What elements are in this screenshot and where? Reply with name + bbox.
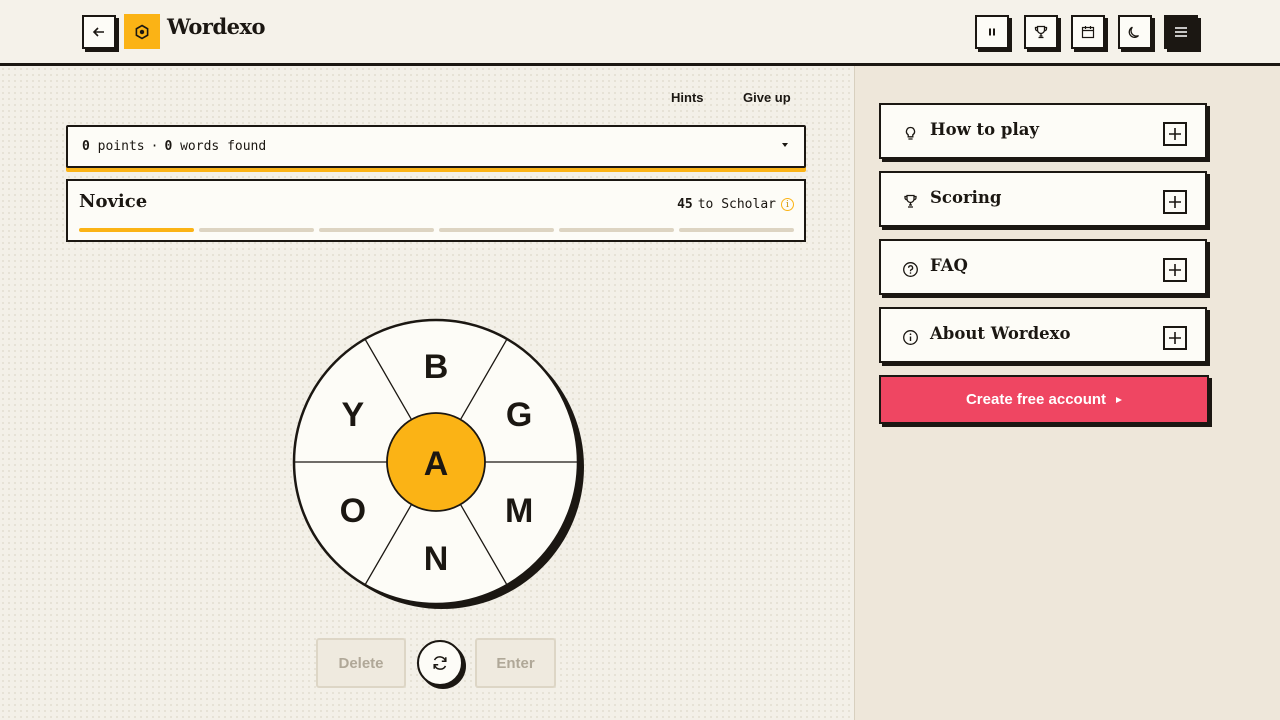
points-to-next-rank: 45 [677,197,693,212]
enter-button[interactable]: Enter [475,638,556,688]
rank-progress-segment [439,228,554,232]
accordion-scoring[interactable]: Scoring [879,171,1207,227]
hexagon-logo-icon [135,24,149,39]
moon-icon [1128,26,1139,38]
words-label: words found [180,139,267,154]
create-account-button[interactable]: Create free account [879,375,1209,424]
arrow-left-icon [92,27,104,37]
accordion-label: FAQ [930,256,968,275]
create-account-label: Create free account [965,391,1107,408]
pause-icon [989,28,995,36]
accordion-label: Scoring [930,188,1002,207]
rank-panel: Novice 45 to Scholar i [66,179,806,242]
outer-letter-g[interactable]: G [506,396,532,434]
pause-button[interactable] [975,15,1009,49]
outer-letter-o[interactable]: O [340,492,366,530]
outer-letter-n[interactable]: N [424,540,449,578]
app-header: Wordexo [0,0,1280,66]
center-letter[interactable]: A [424,445,449,483]
letter-wheel: B G M N O Y A [292,318,584,609]
points-count: 0 [82,139,90,154]
words-count: 0 [164,139,173,154]
delete-button[interactable]: Delete [316,638,406,688]
lightbulb-icon [905,126,916,140]
play-arrow-icon [1116,396,1123,403]
next-rank-info: 45 to Scholar i [677,197,794,212]
plus-icon [1163,190,1187,214]
shuffle-icon [433,656,447,670]
info-circle-icon [903,330,918,345]
points-label: points [97,139,145,154]
outer-letter-b[interactable]: B [424,348,449,386]
give-up-button[interactable]: Give up [743,90,791,105]
menu-button[interactable] [1164,15,1198,49]
brand-name[interactable]: Wordexo [167,14,266,39]
caret-down-icon [782,143,788,147]
rank-name: Novice [79,191,148,212]
rank-progress-bar [79,228,794,232]
outer-letter-m[interactable]: M [505,492,533,530]
hamburger-menu-icon [1175,27,1187,37]
rank-progress-segment [79,228,194,232]
next-rank-label: to Scholar [697,197,776,212]
plus-icon [1163,122,1187,146]
shuffle-button[interactable] [417,640,463,686]
stats-button[interactable] [1024,15,1058,49]
outer-letter-y[interactable]: Y [342,396,365,434]
trophy-icon [904,194,917,208]
rank-progress-segment [199,228,314,232]
accordion-faq[interactable]: FAQ [879,239,1207,295]
rank-progress-segment [679,228,794,232]
theme-toggle-button[interactable] [1118,15,1152,49]
accordion-label: How to play [930,120,1039,139]
calendar-icon [1081,26,1095,39]
calendar-button[interactable] [1071,15,1105,49]
back-button[interactable] [82,15,116,49]
found-words-dropdown[interactable]: 0 points · 0 words found [66,125,806,168]
logo[interactable] [124,14,160,49]
hints-button[interactable]: Hints [671,90,704,105]
accordion-how-to-play[interactable]: How to play [879,103,1207,159]
accordion-label: About Wordexo [930,324,1071,343]
accordion-about[interactable]: About Wordexo [879,307,1207,363]
plus-icon [1163,258,1187,282]
rank-progress-segment [559,228,674,232]
rank-progress-segment [319,228,434,232]
question-circle-icon [903,262,918,277]
plus-icon [1163,326,1187,350]
trophy-icon [1034,25,1048,39]
info-icon[interactable]: i [781,198,794,211]
score-separator: · [150,139,159,154]
